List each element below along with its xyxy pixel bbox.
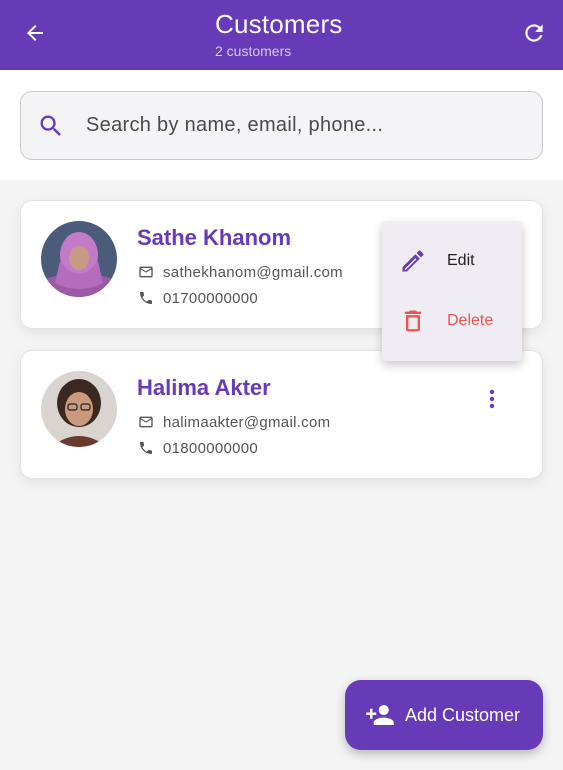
menu-item-label: Delete [447,312,494,329]
customer-card[interactable]: Halima Akter halimaakter@gmail.com 01800… [20,350,543,479]
customer-phone: 01700000000 [163,289,259,307]
customer-phone-row: 01700000000 [137,289,258,307]
customer-name: Halima Akter [137,375,271,400]
menu-item-label: Edit [447,252,475,269]
mail-icon [137,413,155,431]
search-bar[interactable] [20,91,543,160]
mail-icon [137,263,155,281]
menu-item-edit[interactable]: Edit [382,231,522,291]
refresh-button[interactable] [519,20,549,50]
phone-icon [137,439,155,457]
add-customer-button[interactable]: Add Customer [345,680,543,750]
search-icon [36,111,66,141]
add-customer-label: Add Customer [405,704,521,725]
customer-phone: 01800000000 [163,439,259,457]
customer-email-row: sathekhanom@gmail.com [137,263,343,281]
avatar [41,221,117,297]
search-input[interactable] [86,114,506,137]
customer-email-row: halimaakter@gmail.com [137,413,330,431]
title-block: Customers 2 customers [0,8,563,60]
customer-phone-row: 01800000000 [137,439,258,457]
trash-icon [398,306,428,336]
avatar [41,371,117,447]
more-vert-icon [480,387,504,416]
customer-email: sathekhanom@gmail.com [163,263,343,281]
pencil-icon [398,246,428,276]
app-bar: Customers 2 customers [0,0,563,70]
search-section [0,70,563,180]
more-options-button[interactable] [480,389,504,413]
page-title: Customers [215,9,343,39]
phone-icon [137,289,155,307]
customer-name: Sathe Khanom [137,225,292,250]
person-add-icon [364,699,396,731]
menu-item-delete[interactable]: Delete [382,291,522,351]
refresh-icon [521,20,547,51]
customer-count: 2 customers [215,43,292,59]
context-menu: Edit Delete [382,221,522,361]
customer-email: halimaakter@gmail.com [163,413,331,431]
